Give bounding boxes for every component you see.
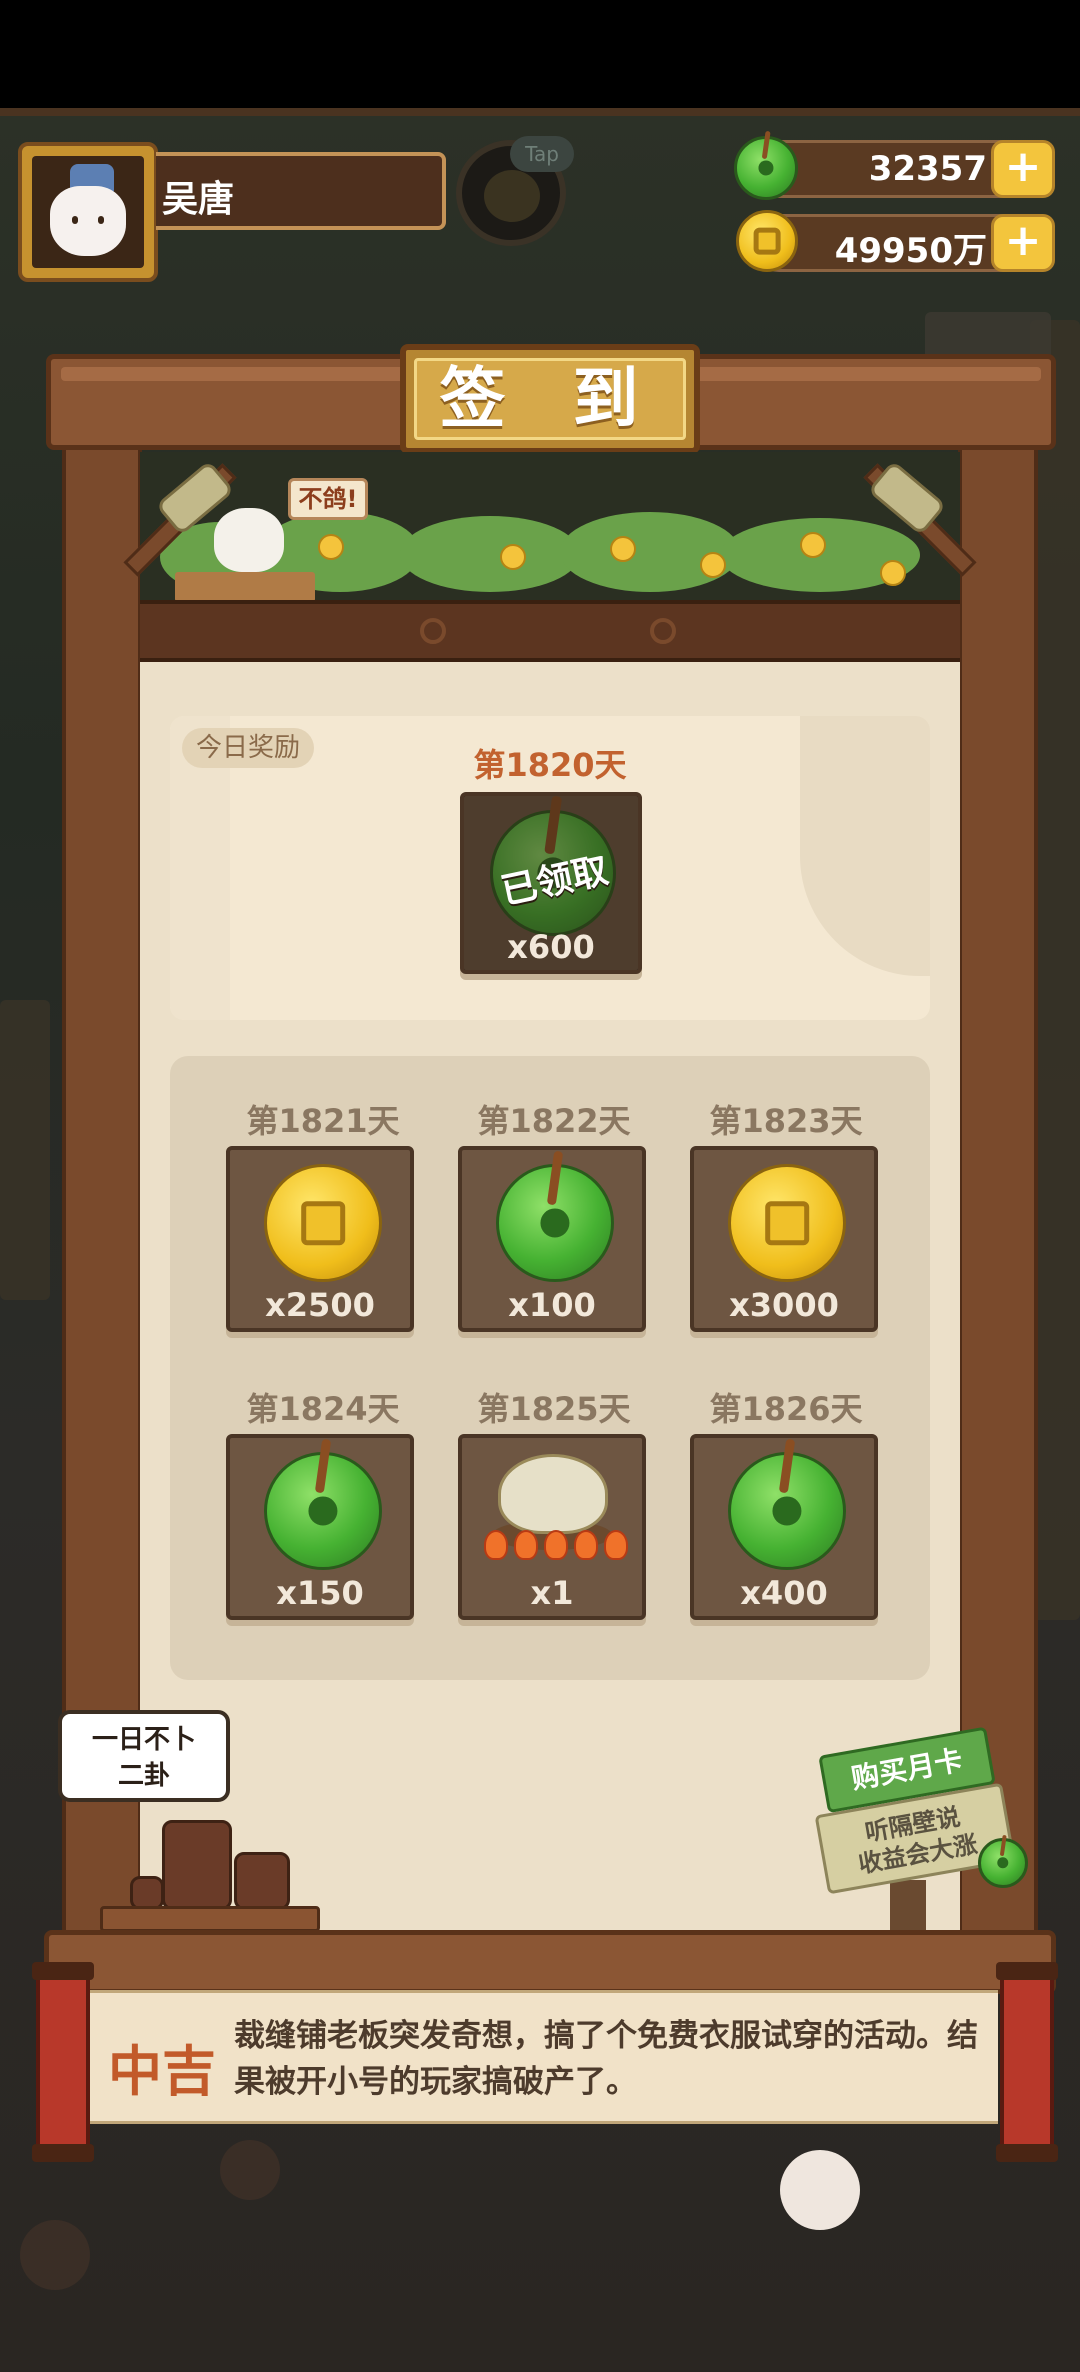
reward-qty: x600 — [507, 928, 595, 966]
fortune-text: 裁缝铺老板突发奇想，搞了个免费衣服试穿的活动。结果被开小号的玩家搞破产了。 — [234, 2018, 978, 2100]
frame-post-right — [958, 440, 1038, 1940]
divination-line-2: 二卦 — [117, 1761, 170, 1791]
background-npc — [780, 2150, 860, 2230]
day-label: 第1825天 — [477, 1390, 631, 1428]
top-edge — [0, 108, 1080, 116]
status-bar — [0, 0, 1080, 108]
background-npc — [20, 2220, 90, 2290]
chick-icon — [484, 170, 540, 222]
coin-amount: 49950万 — [834, 231, 987, 271]
player-name-box: 吴唐 — [156, 152, 446, 230]
fortune-scroll: 中吉 裁缝铺老板突发奇想，搞了个免费衣服试穿的活动。结果被开小号的玩家搞破产了。 — [90, 1990, 998, 2124]
avatar-cat-face — [50, 186, 126, 256]
today-reward-tile[interactable]: 已领取 x600 — [460, 792, 642, 974]
reward-tile-day-1825[interactable]: x1 — [458, 1434, 646, 1620]
jade-icon — [496, 1150, 614, 1282]
background-npc — [220, 2140, 280, 2200]
reward-tile-day-1826[interactable]: x400 — [690, 1434, 878, 1620]
reward-tile-day-1824[interactable]: x150 — [226, 1434, 414, 1620]
day-label: 第1826天 — [709, 1390, 863, 1428]
carved-lintel — [140, 600, 960, 662]
jade-icon — [978, 1834, 1028, 1888]
signin-title-plaque: 签 到 — [400, 344, 700, 454]
jade-amount: 32357 — [868, 149, 987, 189]
today-day-label: 第1820天 — [473, 746, 627, 784]
reward-tile-day-1821[interactable]: x2500 — [226, 1146, 414, 1332]
jar-decor — [130, 1876, 164, 1910]
reward-tile-day-1823[interactable]: x3000 — [690, 1146, 878, 1332]
jar-decor — [162, 1820, 232, 1910]
divination-line-1: 一日不卜 — [91, 1725, 196, 1755]
jade-icon — [728, 1438, 846, 1570]
day-label: 第1824天 — [246, 1390, 400, 1428]
jar-decor — [234, 1852, 290, 1910]
bottom-beam — [44, 1930, 1056, 1994]
cat-avatar-icon — [32, 156, 144, 268]
shelf-decor — [100, 1906, 320, 1932]
add-jade-button[interactable]: + — [991, 140, 1055, 198]
reward-qty: x400 — [740, 1574, 828, 1612]
day-label: 第1822天 — [477, 1102, 631, 1140]
jade-icon — [734, 130, 798, 200]
add-coin-button[interactable]: + — [991, 214, 1055, 272]
day-label: 第1823天 — [709, 1102, 863, 1140]
coin-icon — [736, 210, 798, 272]
day-label: 第1821天 — [246, 1102, 400, 1140]
coin-icon — [728, 1164, 846, 1282]
reward-qty: x2500 — [265, 1286, 375, 1324]
reward-tile-day-1822[interactable]: x100 — [458, 1146, 646, 1332]
reward-qty: x100 — [508, 1286, 596, 1324]
player-avatar[interactable] — [18, 142, 158, 282]
mascot-speech: 不鸽! — [288, 478, 368, 520]
scroll-end-left — [32, 1962, 94, 2162]
wooden-sign — [175, 572, 315, 602]
signin-title: 签 到 — [414, 358, 686, 440]
jade-icon — [264, 1438, 382, 1570]
chick-mascot — [214, 508, 284, 572]
background-building — [0, 1000, 50, 1300]
reward-qty: x150 — [276, 1574, 364, 1612]
scroll-end-right — [996, 1962, 1058, 2162]
player-name: 吴唐 — [162, 179, 235, 220]
coin-icon — [264, 1164, 382, 1282]
divination-bubble: 一日不卜 二卦 — [58, 1710, 230, 1802]
reward-qty: x1 — [530, 1574, 574, 1612]
tap-hint: Tap — [510, 136, 574, 172]
reward-qty: x3000 — [729, 1286, 839, 1324]
fortune-level: 中吉 — [108, 2040, 216, 2103]
today-reward-tag: 今日奖励 — [182, 728, 315, 768]
